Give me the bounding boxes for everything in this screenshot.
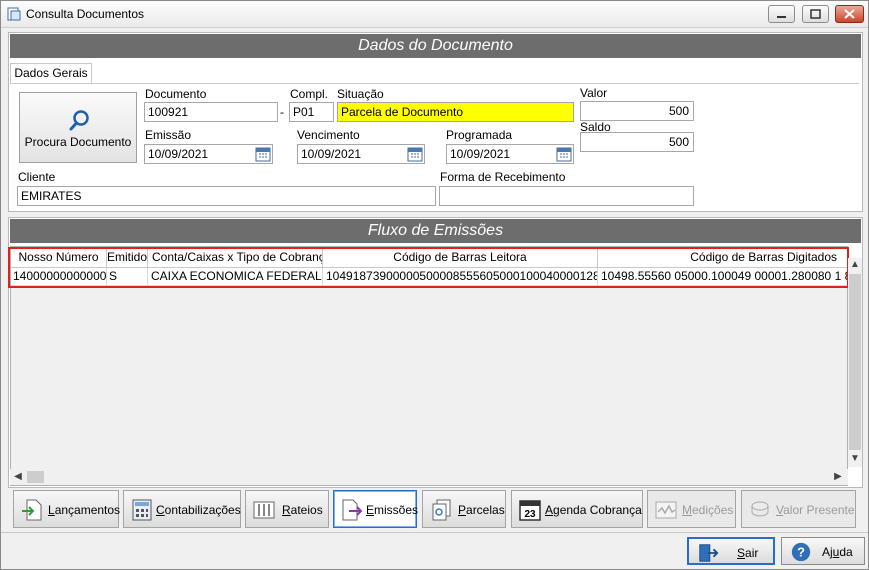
ajuda-button[interactable]: ? Ajuda [781, 537, 865, 565]
title-bar: Consulta Documentos [1, 1, 868, 28]
col-emitido[interactable]: Emitido [107, 247, 148, 268]
coins-icon [751, 501, 769, 517]
valor-presente-button[interactable]: Valor Presente [741, 490, 856, 528]
maximize-button[interactable] [802, 5, 829, 23]
calendar-icon[interactable] [407, 146, 423, 162]
dados-documento-header: Dados do Documento [10, 34, 861, 58]
table-row-cell-digitados[interactable]: 10498.55560 05000.100049 00001.280080 1 … [598, 268, 849, 286]
svg-text:23: 23 [524, 509, 536, 520]
emissoes-grid: Nosso Número Emitido Conta/Caixas x Tipo… [10, 246, 849, 486]
vencimento-field[interactable]: 10/09/2021 [297, 144, 425, 164]
vertical-scroll-thumb[interactable] [849, 274, 861, 450]
scroll-down-icon[interactable]: ▼ [848, 452, 862, 466]
calculator-icon [132, 499, 152, 521]
table-row-cell-emitido[interactable]: S [107, 268, 148, 286]
fluxo-emissoes-header: Fluxo de Emissões [10, 219, 861, 243]
situacao-field[interactable]: Parcela de Documento [337, 102, 574, 122]
exit-door-icon [699, 544, 719, 562]
cliente-field[interactable]: EMIRATES [17, 186, 436, 206]
documento-separator: - [280, 105, 284, 119]
document-export-icon [342, 499, 363, 521]
col-nosso-numero[interactable]: Nosso Número [11, 247, 107, 268]
programada-value: 10/09/2021 [450, 147, 511, 161]
close-window-button[interactable] [835, 5, 864, 23]
scroll-right-icon[interactable]: ▶ [831, 470, 845, 484]
compl-field[interactable]: P01 [289, 102, 334, 122]
saldo-field[interactable]: 500 [580, 132, 694, 152]
procura-documento-label: Procura Documento [24, 135, 132, 149]
col-codigo-barras-leitora[interactable]: Código de Barras Leitora [323, 247, 598, 268]
sair-button[interactable]: Sair [687, 537, 775, 565]
table-row-cell-conta[interactable]: CAIXA ECONOMICA FEDERAL AGÊ [148, 268, 323, 286]
svg-text:?: ? [797, 545, 805, 560]
vertical-scrollbar[interactable]: ▲ ▼ [848, 258, 862, 467]
vencimento-value: 10/09/2021 [301, 147, 362, 161]
programada-label: Programada [446, 128, 513, 142]
rateios-button[interactable]: Rateios [245, 490, 329, 528]
vencimento-label: Vencimento [297, 128, 360, 142]
cliente-label: Cliente [18, 170, 56, 184]
minimize-icon [777, 16, 786, 18]
tab-dados-gerais[interactable]: Dados Gerais [10, 63, 92, 84]
document-arrow-icon [22, 499, 42, 521]
search-icon [69, 110, 89, 131]
agenda-cobranca-button[interactable]: 23 Agenda Cobrança [511, 490, 643, 528]
columns-icon [253, 501, 275, 519]
emissao-label: Emissão [145, 128, 192, 142]
tab-underline [10, 83, 859, 84]
consulta-documentos-window: Consulta Documentos Dados do Documento D… [0, 0, 869, 570]
calendar-icon[interactable] [556, 146, 572, 162]
footer-divider [1, 532, 868, 533]
situacao-label: Situação [337, 87, 384, 101]
chart-line-icon [655, 501, 677, 519]
scroll-up-icon[interactable]: ▲ [848, 258, 862, 272]
lancamentos-button[interactable]: Lançamentos [13, 490, 120, 528]
window-title: Consulta Documentos [26, 7, 145, 21]
programada-field[interactable]: 10/09/2021 [446, 144, 574, 164]
procura-documento-button[interactable]: Procura Documento [19, 92, 137, 163]
horizontal-scrollbar[interactable]: ◀ ▶ [10, 469, 848, 485]
maximize-icon [810, 9, 821, 19]
col-conta-caixas[interactable]: Conta/Caixas x Tipo de Cobrança [148, 247, 323, 268]
calendar-icon[interactable] [255, 146, 271, 162]
emissao-value: 10/09/2021 [148, 147, 209, 161]
table-row-cell-leitora[interactable]: 1049187390000050000855560500010004000012… [323, 268, 598, 286]
col-codigo-barras-digitados[interactable]: Código de Barras Digitados [598, 247, 849, 268]
documento-label: Documento [145, 87, 207, 101]
scroll-left-icon[interactable]: ◀ [11, 470, 25, 484]
documento-field[interactable]: 100921 [144, 102, 278, 122]
table-row-cell-nosso-numero[interactable]: 14000000000000128 [11, 268, 107, 286]
emissao-field[interactable]: 10/09/2021 [144, 144, 273, 164]
app-icon [7, 7, 21, 21]
help-icon: ? [791, 542, 811, 562]
forma-recebimento-field[interactable] [439, 186, 694, 206]
medicoes-button[interactable]: Medições [647, 490, 736, 528]
compl-label: Compl. [290, 87, 329, 101]
valor-field[interactable]: 500 [580, 101, 694, 121]
close-icon [844, 9, 855, 19]
emissoes-button[interactable]: Emissões [333, 490, 418, 528]
calendar-23-icon: 23 [519, 500, 541, 521]
minimize-button[interactable] [768, 5, 795, 23]
documents-stack-icon [432, 499, 451, 521]
horizontal-scroll-thumb[interactable] [27, 471, 44, 483]
parcelas-button[interactable]: Parcelas [422, 490, 506, 528]
forma-recebimento-label: Forma de Recebimento [440, 170, 566, 184]
valor-label: Valor [580, 86, 608, 100]
contabilizacoes-button[interactable]: Contabilizações [123, 490, 241, 528]
